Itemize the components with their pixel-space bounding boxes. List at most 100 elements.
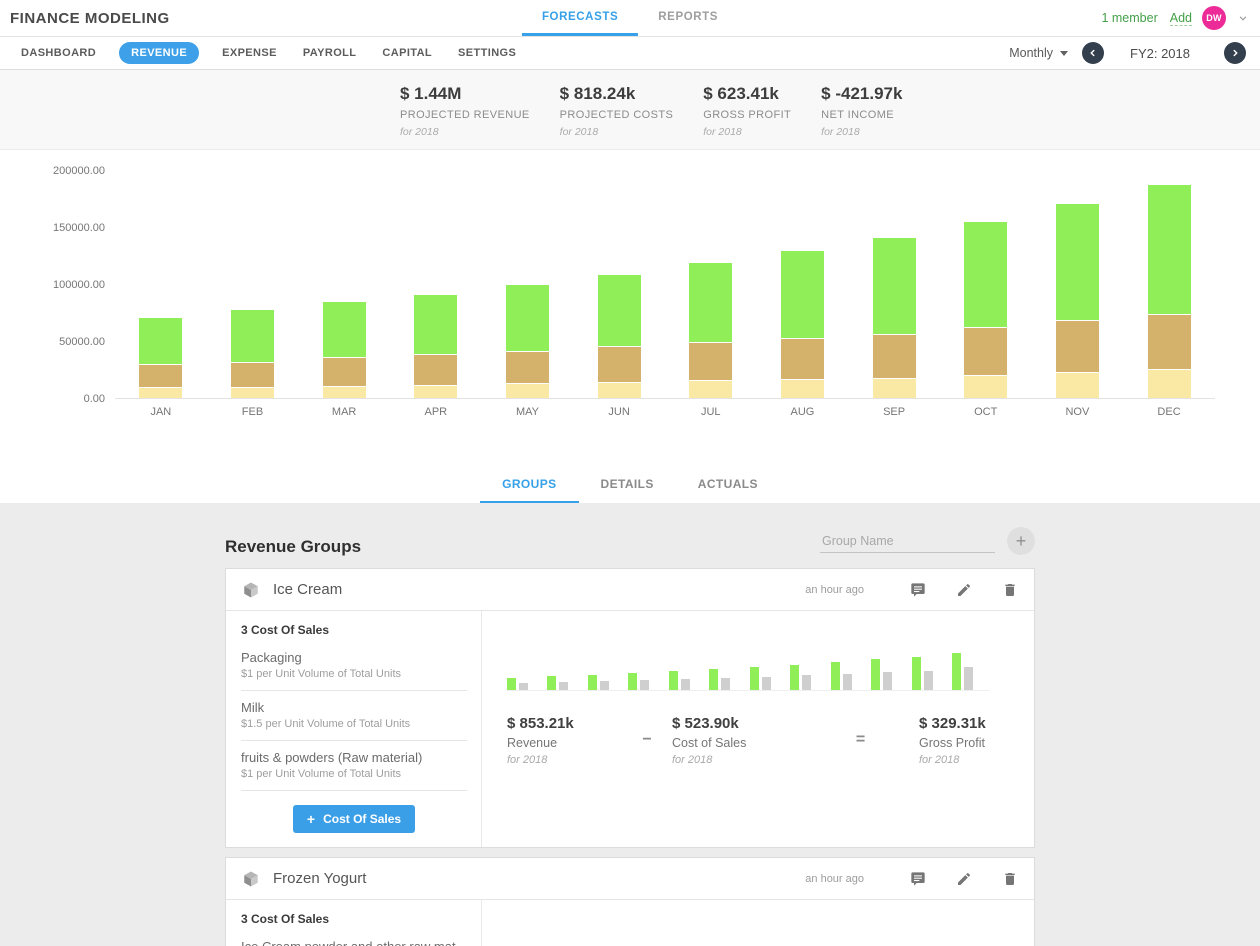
nav-bar-right: Monthly FY2: 2018 (1009, 42, 1252, 64)
caret-down-icon (1060, 51, 1068, 56)
x-axis-label: AUG (757, 406, 848, 418)
kpi-label: GROSS PROFIT (703, 109, 791, 121)
nav-item-revenue[interactable]: REVENUE (119, 42, 199, 64)
delete-icon[interactable] (1002, 871, 1018, 887)
mini-bar-cost-of-sales (964, 667, 973, 690)
mini-bar-pair (547, 676, 568, 690)
mini-bar-cost-of-sales (762, 677, 771, 690)
x-axis-label: DEC (1124, 406, 1215, 418)
mini-bar-pair (790, 665, 811, 690)
mini-bar-cost-of-sales (721, 678, 730, 690)
card-body: 3 Cost Of Sales Ice Cream powder and oth… (226, 900, 1034, 946)
cube-icon (242, 870, 260, 888)
x-axis-label: APR (390, 406, 481, 418)
bar-segment-other-group (323, 386, 366, 398)
stacked-bar (689, 263, 732, 398)
comment-icon[interactable] (910, 582, 926, 598)
tab-actuals[interactable]: ACTUALS (676, 465, 780, 503)
x-axis-label: MAR (299, 406, 390, 418)
bar-segment-other-group (964, 375, 1007, 398)
nav-item-expense[interactable]: EXPENSE (209, 42, 290, 64)
add-cost-of-sales-label: Cost Of Sales (323, 812, 401, 826)
tab-forecasts[interactable]: FORECASTS (522, 0, 638, 36)
mini-bar-revenue (952, 653, 961, 690)
next-year-button[interactable] (1224, 42, 1246, 64)
card-header: Ice Cream an hour ago (226, 569, 1034, 611)
bar-segment-other-group (598, 382, 641, 398)
cos-item-milk[interactable]: Milk $1.5 per Unit Volume of Total Units (241, 691, 467, 741)
cos-item-fruits-powders[interactable]: fruits & powders (Raw material) $1 per U… (241, 741, 467, 791)
x-axis-label: NOV (1032, 406, 1123, 418)
last-updated: an hour ago (805, 584, 864, 596)
cos-item-ice-cream-powder[interactable]: Ice Cream powder and other raw mat... $1… (241, 930, 467, 946)
kpi-sub: for 2018 (821, 126, 902, 138)
tab-groups[interactable]: GROUPS (480, 465, 578, 503)
prev-year-button[interactable] (1082, 42, 1104, 64)
nav-item-payroll[interactable]: PAYROLL (290, 42, 370, 64)
stacked-bar (598, 275, 641, 398)
avatar[interactable]: DW (1202, 6, 1226, 30)
x-axis-label: SEP (849, 406, 940, 418)
mini-bar-pair (871, 659, 892, 690)
cos-item-name: Ice Cream powder and other raw mat... (241, 939, 467, 946)
bar-segment-ice-cream (1148, 185, 1191, 314)
bar-segment-other-group (231, 387, 274, 398)
tab-details[interactable]: DETAILS (579, 465, 676, 503)
add-cost-of-sales-button[interactable]: + Cost Of Sales (293, 805, 415, 833)
edit-icon[interactable] (956, 871, 972, 887)
kpi-gross-profit: $ 623.41k GROSS PROFIT for 2018 (703, 84, 791, 149)
nav-item-settings[interactable]: SETTINGS (445, 42, 529, 64)
bar-segment-other-group (1148, 369, 1191, 398)
mini-bar-cost-of-sales (802, 675, 811, 690)
mini-bar-cost-of-sales (924, 671, 933, 690)
bar-segment-frozen-yogurt (689, 342, 732, 380)
stacked-bar (323, 302, 366, 398)
bar-segment-other-group (689, 380, 732, 398)
summary-cost-of-sales: $ 523.90k Cost of Sales for 2018 (672, 715, 802, 766)
x-axis-label: FEB (207, 406, 298, 418)
frozen-yogurt-mini-chart (507, 922, 989, 946)
cos-item-packaging[interactable]: Packaging $1 per Unit Volume of Total Un… (241, 641, 467, 691)
group-name-input[interactable] (820, 530, 995, 553)
summary-label: Revenue (507, 736, 622, 750)
stacked-bar (139, 318, 182, 398)
group-chart-and-summary: $ 853.21k Revenue for 2018 − $ 523.90k C… (482, 611, 1034, 847)
kpi-label: PROJECTED REVENUE (400, 109, 530, 121)
comment-icon[interactable] (910, 871, 926, 887)
mini-bar-pair (669, 671, 690, 690)
fiscal-year-label: FY2: 2018 (1118, 46, 1202, 61)
add-group-button[interactable]: + (1007, 527, 1035, 555)
group-name: Ice Cream (273, 581, 342, 598)
mini-bar-revenue (912, 657, 921, 690)
tab-reports[interactable]: REPORTS (638, 0, 738, 36)
cube-icon (242, 581, 260, 599)
summary-gross-profit: $ 329.31k Gross Profit for 2018 (919, 715, 989, 766)
chart-bar-group: DEC (1124, 171, 1215, 398)
bar-segment-frozen-yogurt (781, 338, 824, 379)
x-axis-label: OCT (940, 406, 1031, 418)
period-select[interactable]: Monthly (1009, 46, 1068, 60)
mini-bar-pair (750, 667, 771, 690)
period-select-value: Monthly (1009, 46, 1053, 60)
cos-item-name: Milk (241, 700, 467, 715)
mini-bar-pair (952, 653, 973, 690)
kpi-sub: for 2018 (400, 126, 530, 138)
chart-bar-group: JAN (115, 171, 206, 398)
nav-item-capital[interactable]: CAPITAL (369, 42, 445, 64)
kpi-label: PROJECTED COSTS (560, 109, 674, 121)
section-title: Revenue Groups (225, 537, 361, 559)
cost-of-sales-count: 3 Cost Of Sales (241, 912, 467, 926)
chevron-down-icon[interactable] (1236, 11, 1250, 25)
edit-icon[interactable] (956, 582, 972, 598)
mini-bar-revenue (588, 675, 597, 690)
x-axis-label: MAY (482, 406, 573, 418)
add-member-link[interactable]: Add (1170, 11, 1192, 26)
summary-value: $ 329.31k (919, 715, 989, 732)
nav-item-dashboard[interactable]: DASHBOARD (8, 42, 109, 64)
summary-sub: for 2018 (919, 754, 989, 766)
bar-segment-other-group (414, 385, 457, 398)
delete-icon[interactable] (1002, 582, 1018, 598)
y-axis-tick: 0.00 (30, 392, 105, 406)
bar-segment-frozen-yogurt (506, 351, 549, 383)
bar-segment-frozen-yogurt (1148, 314, 1191, 369)
